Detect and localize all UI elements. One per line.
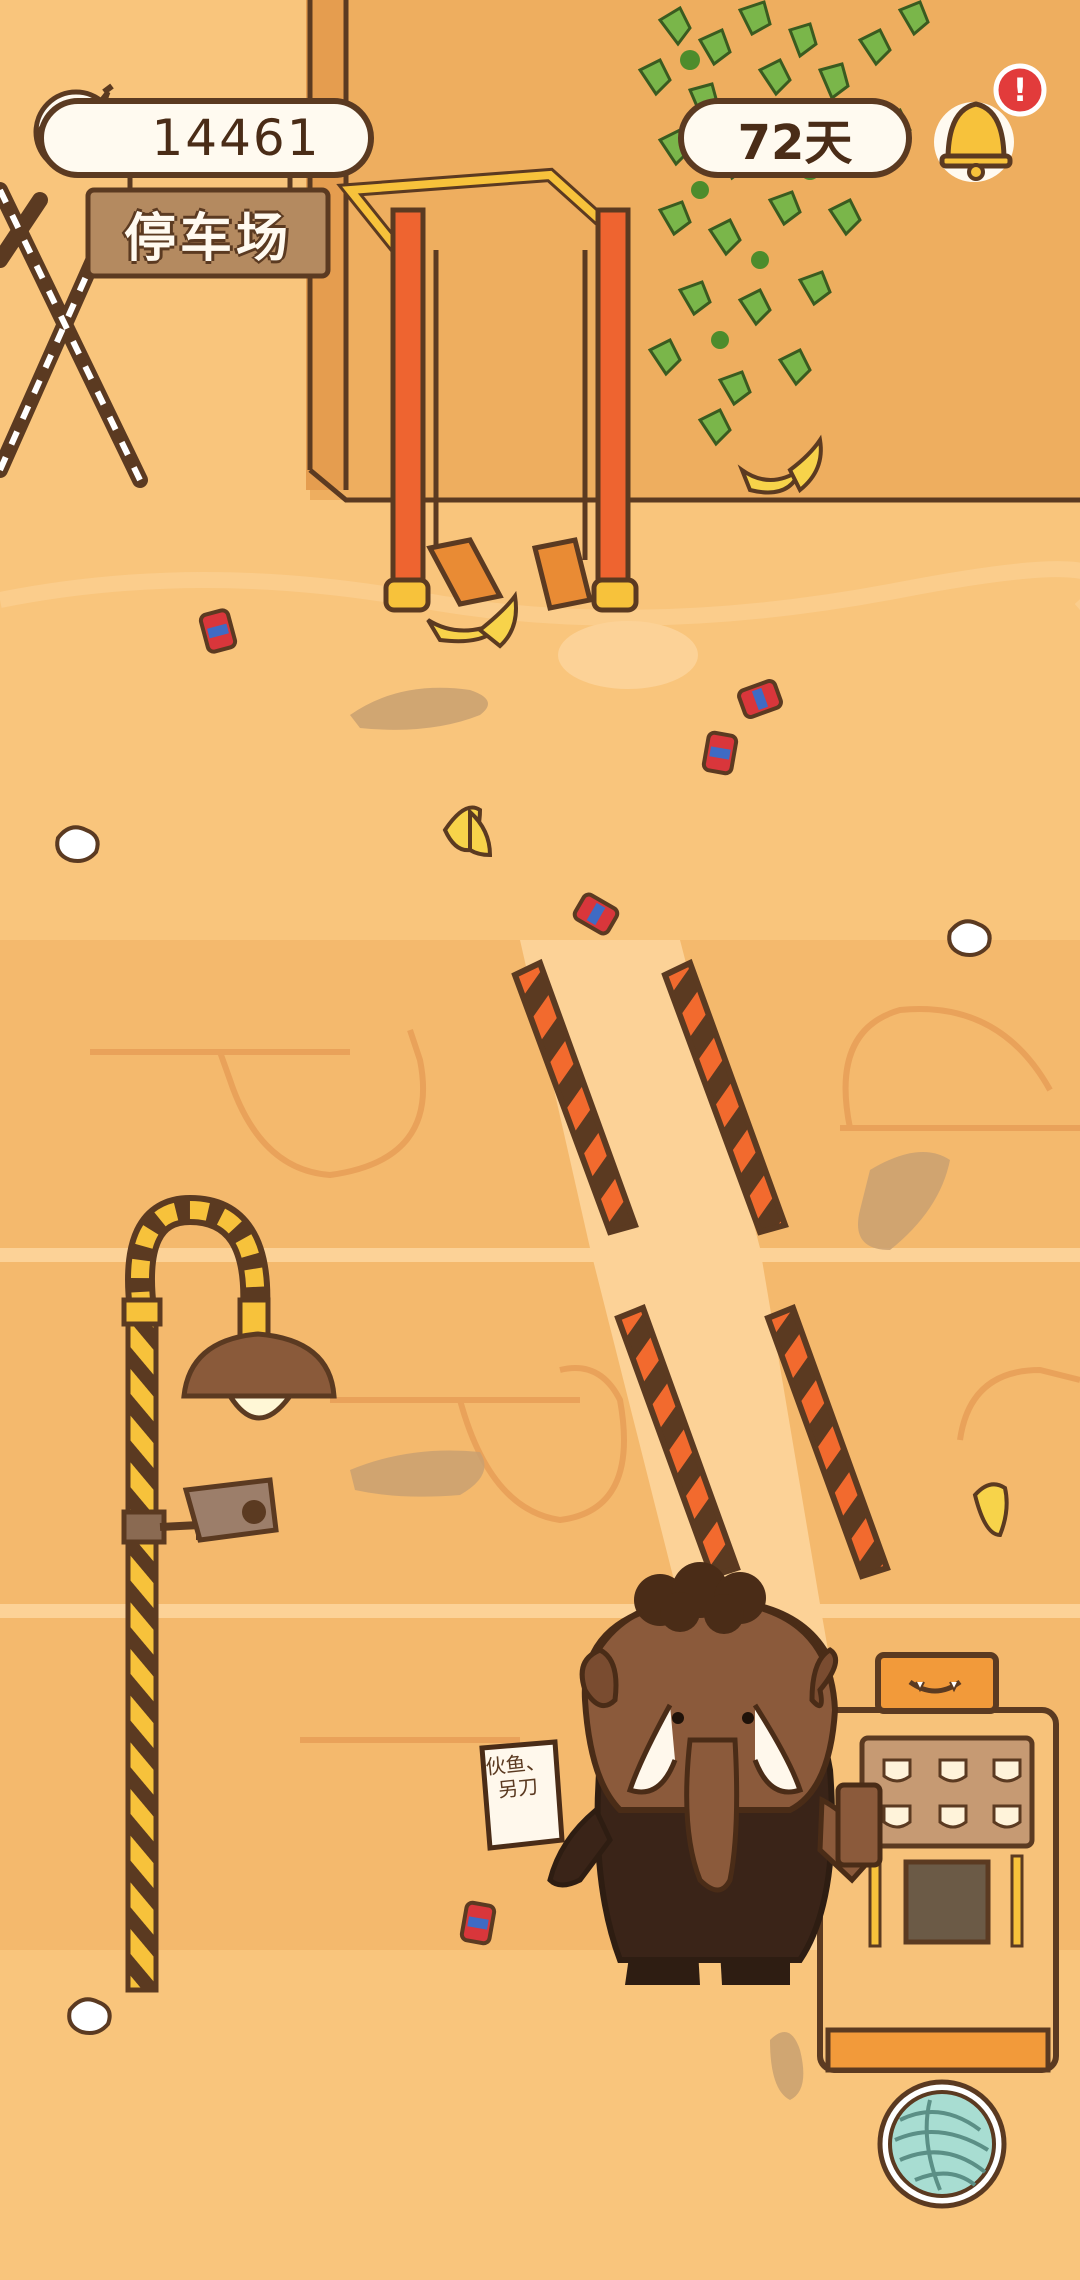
game-stage: 14461 72天 停车场 伙鱼、另刀 ! xyxy=(0,0,1080,2280)
notification-bell-button[interactable] xyxy=(934,90,1024,190)
banana-coin-counter: 14461 xyxy=(38,98,374,178)
parking-sign-label: 停车场 xyxy=(123,208,292,269)
yarn-ball-button[interactable] xyxy=(872,2074,1012,2214)
coin-count: 14461 xyxy=(151,109,321,167)
parking-lot-scene[interactable] xyxy=(0,0,1080,2280)
day-counter: 72天 xyxy=(678,98,912,178)
held-note-text: 伙鱼、另刀 xyxy=(484,1749,547,1803)
day-count: 72天 xyxy=(737,115,853,171)
